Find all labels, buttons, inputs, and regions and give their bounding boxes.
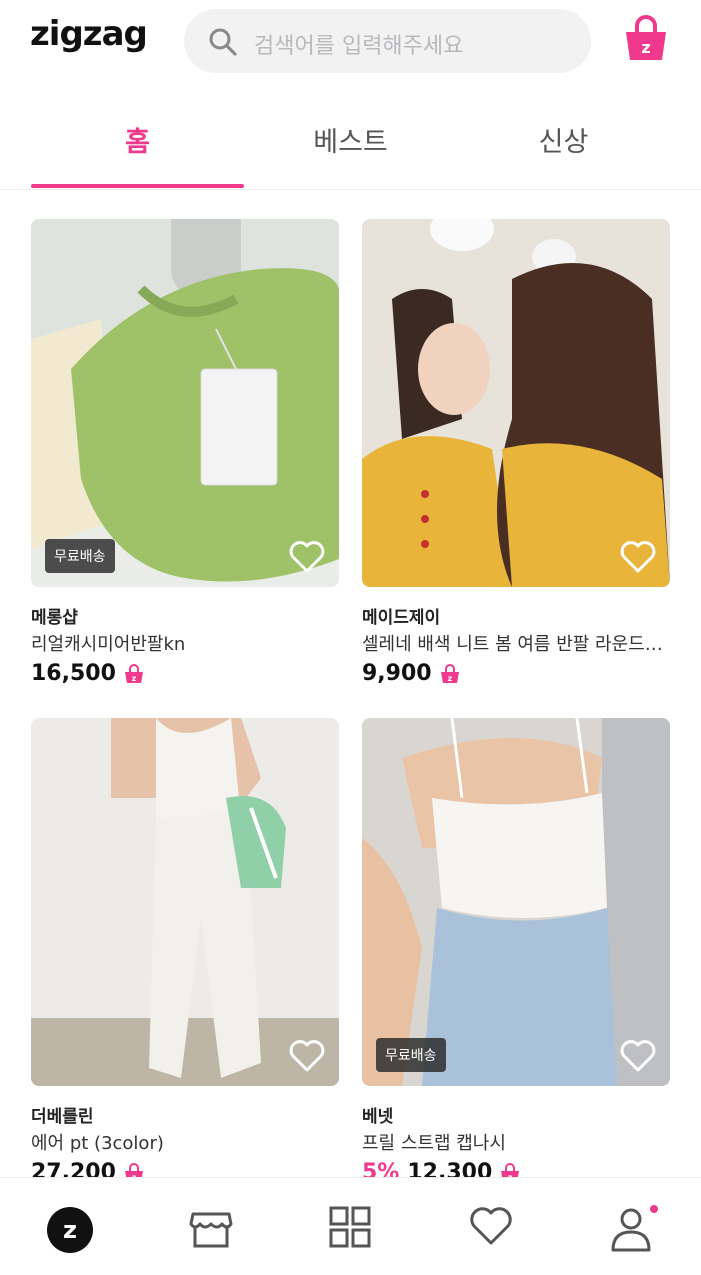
svg-text:z: z	[132, 674, 137, 683]
product-image[interactable]: 무료배송	[31, 219, 339, 587]
store-name[interactable]: 메이드제이	[362, 603, 440, 628]
product-image[interactable]	[31, 718, 339, 1086]
product-name: 에어 pt (3color)	[31, 1133, 164, 1154]
product-name: 프릴 스트랩 캡나시	[362, 1133, 506, 1154]
like-heart-icon[interactable]	[620, 541, 656, 573]
store-name[interactable]: 베넷	[362, 1102, 393, 1127]
svg-text:z: z	[63, 1216, 77, 1244]
zigzag-home-icon[interactable]: z	[46, 1206, 94, 1254]
tab-new[interactable]: 신상	[457, 120, 670, 159]
notification-dot	[650, 1205, 658, 1213]
active-tab-indicator	[31, 184, 244, 188]
free-shipping-badge: 무료배송	[376, 1038, 446, 1072]
tab-home[interactable]: 홈	[31, 120, 244, 159]
header: zigzag 검색어를 입력해주세요 z	[0, 0, 701, 90]
product-name: 리얼캐시미어반팔kn	[31, 634, 186, 655]
like-heart-icon[interactable]	[620, 1040, 656, 1072]
product-image[interactable]: 무료배송	[362, 718, 670, 1086]
zigzag-logo[interactable]: zigzag	[30, 14, 148, 54]
product-image[interactable]	[362, 219, 670, 587]
price-row: 16,500 z	[31, 661, 144, 686]
bottom-navigation: z	[0, 1177, 701, 1275]
store-name[interactable]: 더베를린	[31, 1102, 94, 1127]
store-icon[interactable]	[189, 1206, 233, 1250]
price: 16,500	[31, 661, 116, 686]
like-heart-icon[interactable]	[289, 1040, 325, 1072]
shopping-bag-icon[interactable]: z	[623, 14, 669, 62]
price: 9,900	[362, 661, 432, 686]
category-grid-icon[interactable]	[329, 1206, 371, 1248]
zigzag-pay-icon: z	[440, 663, 459, 683]
like-heart-icon[interactable]	[289, 541, 325, 573]
free-shipping-badge: 무료배송	[45, 539, 115, 573]
svg-text:z: z	[641, 38, 650, 57]
heart-icon[interactable]	[469, 1206, 513, 1246]
profile-icon[interactable]	[609, 1206, 653, 1252]
price-row: 9,900 z	[362, 661, 460, 686]
search-bar[interactable]: 검색어를 입력해주세요	[184, 9, 591, 73]
zigzag-pay-icon: z	[124, 663, 143, 683]
category-tabs: 홈 베스트 신상	[0, 100, 701, 190]
store-name[interactable]: 메롱샵	[31, 603, 78, 628]
tab-best[interactable]: 베스트	[244, 120, 457, 159]
product-name: 셀레네 배색 니트 봄 여름 반팔 라운드…	[362, 634, 663, 655]
svg-text:z: z	[447, 674, 452, 683]
search-icon	[209, 28, 237, 56]
search-placeholder: 검색어를 입력해주세요	[254, 34, 464, 59]
